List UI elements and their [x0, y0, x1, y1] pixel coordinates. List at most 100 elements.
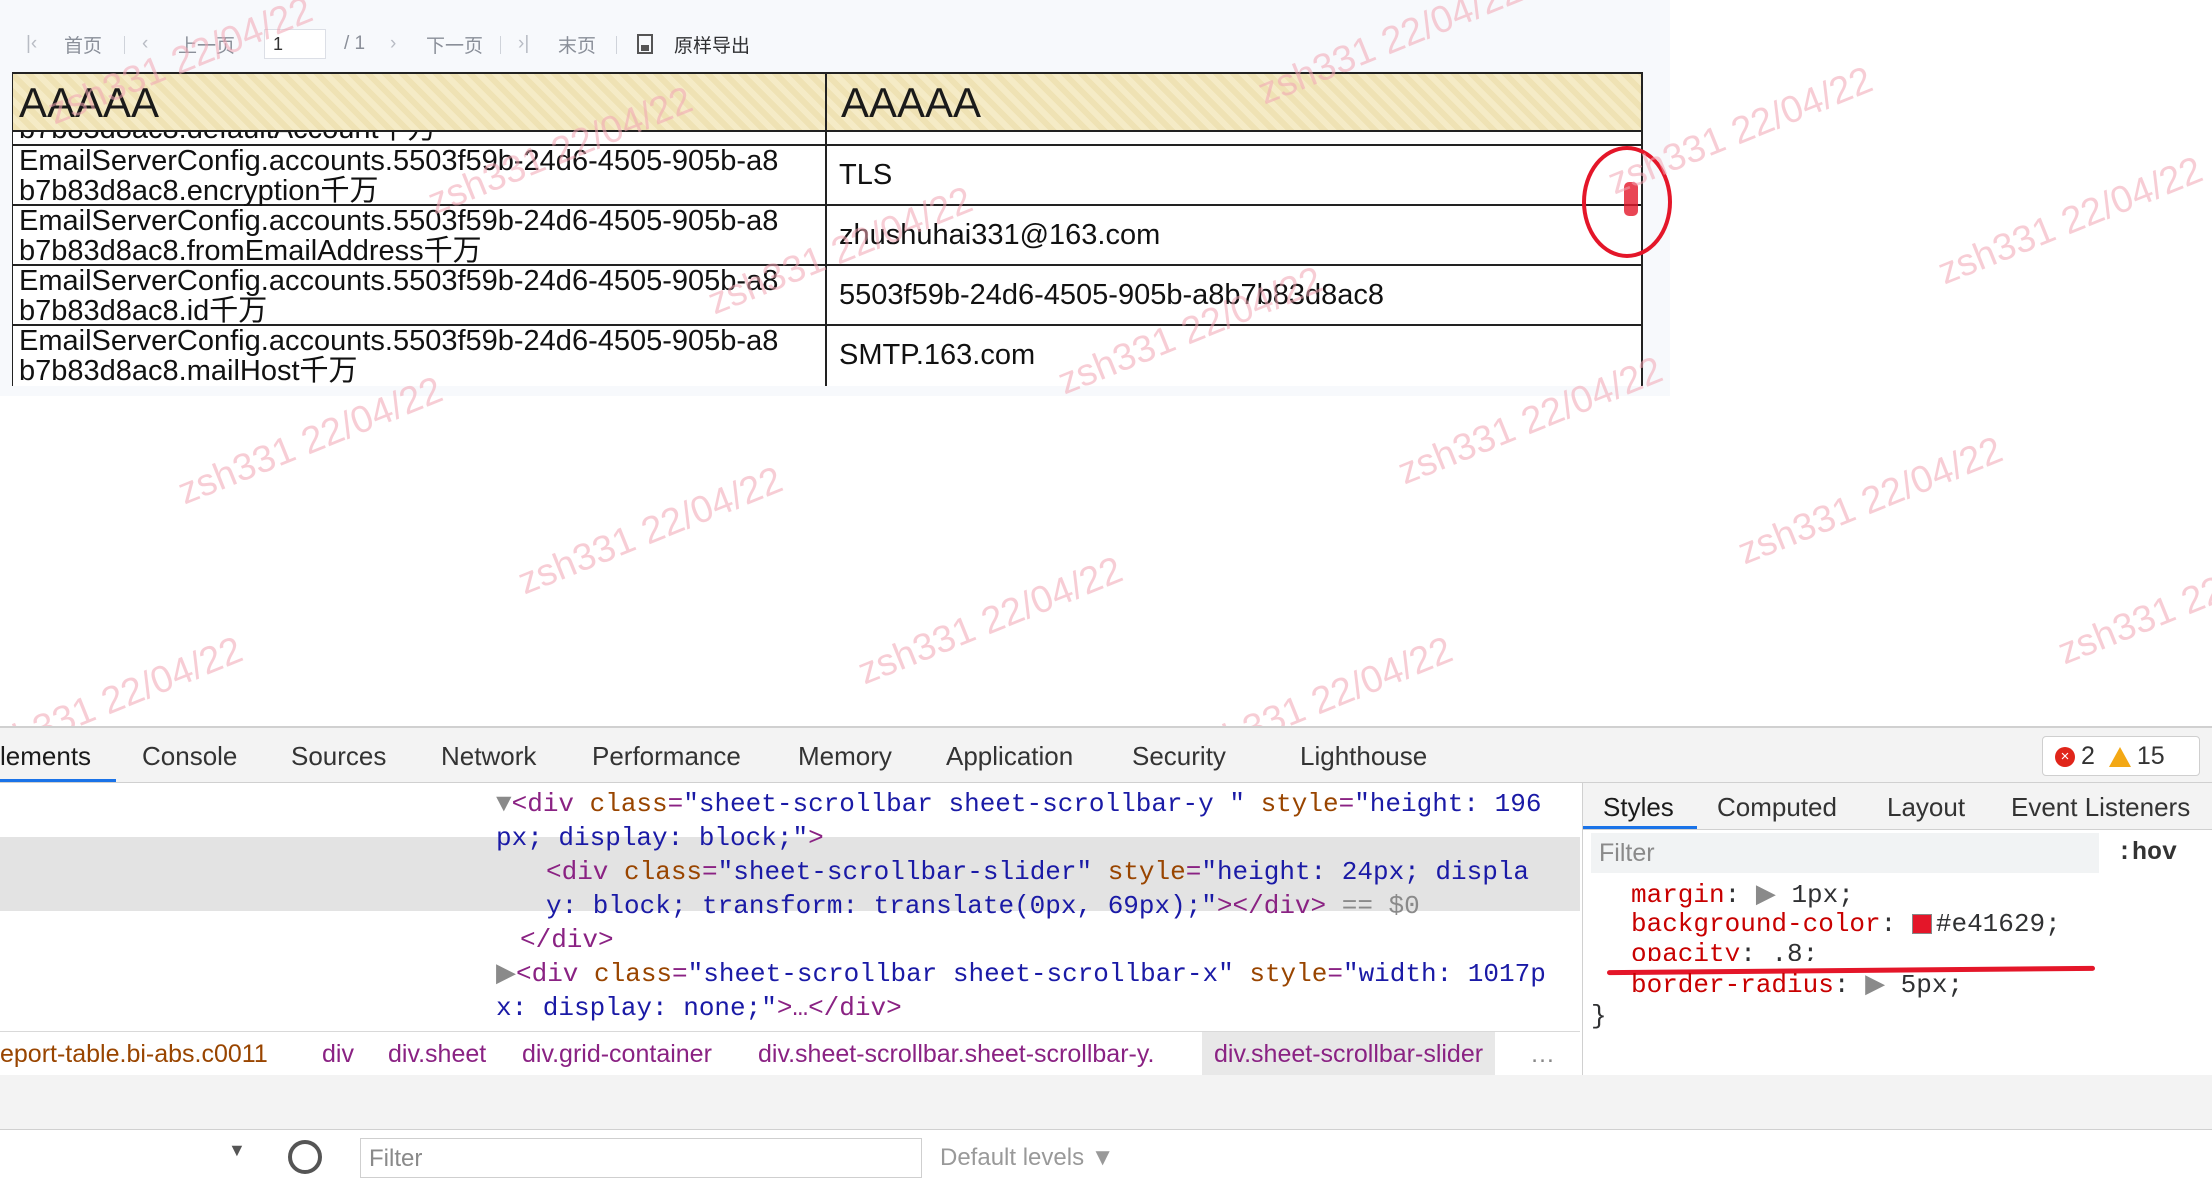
log-levels-dropdown[interactable]: Default levels ▼	[940, 1138, 1115, 1178]
tab-event-listeners[interactable]: Event Listeners	[2011, 783, 2190, 829]
css-property: background-color	[1631, 909, 1881, 939]
dom-node-scrollbar-slider[interactable]: <div class="sheet-scrollbar-slider" styl…	[546, 855, 1529, 889]
tab-elements[interactable]: lements	[0, 728, 116, 782]
expand-triangle-icon[interactable]: ▼	[496, 789, 512, 819]
tab-lighthouse[interactable]: Lighthouse	[1300, 728, 1427, 782]
table-row: EmailServerConfig.accounts.5503f59b-24d6…	[13, 206, 1641, 266]
last-page-button[interactable]: 末页	[558, 26, 596, 62]
key-cell: EmailServerConfig.accounts.5503f59b-24d6…	[19, 326, 829, 386]
error-count: 2	[2081, 742, 2095, 770]
value-cell: TLS	[839, 159, 893, 191]
code-token: style	[1260, 789, 1339, 819]
eye-icon[interactable]	[288, 1140, 322, 1174]
css-declaration[interactable]: opacity: .8;	[1631, 939, 1818, 961]
breadcrumb-item-selected[interactable]: div.sheet-scrollbar-slider	[1202, 1032, 1496, 1076]
css-property: border-radius	[1631, 970, 1834, 1000]
styles-tab-bar: Styles Computed Layout Event Listeners	[1583, 783, 2212, 830]
divider	[124, 36, 125, 54]
column-divider	[825, 72, 827, 386]
first-page-icon[interactable]: |‹	[26, 26, 37, 62]
tab-computed[interactable]: Computed	[1717, 783, 1837, 829]
tab-sources[interactable]: Sources	[291, 728, 386, 782]
code-token: "sheet-scrollbar-slider"	[717, 857, 1093, 887]
css-declaration[interactable]: background-color: #e41629;	[1631, 909, 2061, 939]
error-icon: ×	[2055, 747, 2075, 768]
first-page-button[interactable]: 首页	[64, 26, 102, 62]
tab-security[interactable]: Security	[1132, 728, 1226, 782]
next-page-button[interactable]: 下一页	[426, 26, 483, 62]
table-row: b7b83d8ac8.defaultAccount千万	[13, 132, 1641, 146]
breadcrumb-item[interactable]: div.sheet	[388, 1032, 486, 1076]
code-token: style	[1249, 959, 1328, 989]
issues-badge[interactable]: × 2 15	[2042, 736, 2200, 776]
export-original-button[interactable]: 原样导出	[674, 26, 750, 62]
header-row: AAAAA AAAAA	[13, 72, 1641, 132]
prev-page-button[interactable]: 上一页	[178, 26, 235, 62]
table-row: EmailServerConfig.accounts.5503f59b-24d6…	[13, 146, 1641, 206]
code-token: style	[1107, 857, 1186, 887]
breadcrumb-more[interactable]: …	[1530, 1032, 1555, 1076]
report-sheet: AAAAA AAAAA b7b83d8ac8.defaultAccount千万 …	[12, 72, 1643, 386]
expand-triangle-icon[interactable]: ▶	[496, 959, 516, 989]
code-token: px; display: block;"	[496, 823, 809, 853]
selected-marker: == $0	[1341, 891, 1420, 921]
key-line: EmailServerConfig.accounts.5503f59b-24d6…	[19, 206, 779, 237]
styles-filter-input[interactable]: Filter	[1591, 833, 2099, 873]
hov-toggle[interactable]: :hov	[2117, 833, 2177, 873]
dom-node-scrollbar-x[interactable]: ▶<div class="sheet-scrollbar sheet-scrol…	[496, 957, 1546, 991]
tab-styles[interactable]: Styles	[1583, 783, 1697, 829]
breadcrumb-item[interactable]: div.sheet-scrollbar.sheet-scrollbar-y.	[758, 1032, 1154, 1076]
column-header: AAAAA	[841, 79, 982, 126]
prev-page-icon[interactable]: ‹	[142, 26, 148, 62]
dom-breadcrumb: eport-table.bi-abs.c0011 div div.sheet d…	[0, 1031, 1580, 1077]
next-page-icon[interactable]: ›	[390, 26, 396, 62]
code-token: <div	[516, 959, 595, 989]
code-line-wrap: px; display: block;">	[496, 821, 824, 855]
css-property: margin	[1631, 880, 1725, 910]
divider	[500, 36, 501, 54]
closing-tag[interactable]: </div>	[520, 923, 614, 957]
css-declaration[interactable]: margin: ▶ 1px;	[1631, 879, 1854, 910]
dropdown-arrow-icon[interactable]: ▼	[228, 1140, 246, 1161]
last-page-icon[interactable]: ›|	[518, 26, 529, 62]
value-cell: SMTP.163.com	[839, 339, 1036, 371]
watermark: zsh331 22/04/22	[2052, 528, 2212, 674]
key-cell: EmailServerConfig.accounts.5503f59b-24d6…	[19, 206, 829, 266]
console-filter-input[interactable]: Filter	[360, 1138, 922, 1178]
key-cell: EmailServerConfig.accounts.5503f59b-24d6…	[19, 266, 829, 326]
expand-triangle-icon[interactable]: ▶	[1756, 880, 1776, 910]
code-token: class	[594, 959, 673, 989]
code-token: class	[589, 789, 668, 819]
code-token: ></div>	[1216, 891, 1327, 921]
export-icon[interactable]	[636, 26, 656, 62]
expand-triangle-icon[interactable]: ▶	[1865, 970, 1885, 1000]
breadcrumb-item[interactable]: eport-table.bi-abs.c0011	[0, 1032, 268, 1076]
tab-performance[interactable]: Performance	[592, 728, 741, 782]
css-declaration[interactable]: border-radius: ▶ 5px;	[1631, 969, 1963, 1000]
key-line: EmailServerConfig.accounts.5503f59b-24d6…	[19, 266, 779, 297]
pagination-toolbar: |‹ 首页 ‹ 上一页 1 / 1 › 下一页 ›| 末页 原样导出	[0, 26, 900, 62]
tab-memory[interactable]: Memory	[798, 728, 892, 782]
code-token: "height: 24px; displa	[1201, 857, 1529, 887]
watermark: zsh331 22/04/22	[1732, 428, 2009, 574]
tab-layout[interactable]: Layout	[1887, 783, 1965, 829]
value-cell: 5503f59b-24d6-4505-905b-a8b7b83d8ac8	[839, 279, 1385, 311]
tab-console[interactable]: Console	[142, 728, 237, 782]
column-header: AAAAA	[19, 79, 160, 126]
color-swatch-icon[interactable]	[1911, 914, 1932, 935]
key-line: b7b83d8ac8.fromEmailAddress千万	[19, 235, 482, 266]
breadcrumb-item[interactable]: div.grid-container	[522, 1032, 712, 1076]
tab-application[interactable]: Application	[946, 728, 1073, 782]
report-viewer: |‹ 首页 ‹ 上一页 1 / 1 › 下一页 ›| 末页 原样导出 AAAAA…	[0, 0, 1672, 396]
highlight-circle	[1582, 146, 1672, 258]
page-number-input[interactable]: 1	[264, 29, 326, 59]
dom-node-scrollbar-y[interactable]: ▼<div class="sheet-scrollbar sheet-scrol…	[496, 787, 1541, 821]
page-total: / 1	[344, 33, 366, 54]
warning-icon	[2108, 747, 2131, 768]
code-token: y: block; transform: translate(0px, 69px…	[546, 891, 1217, 921]
tab-network[interactable]: Network	[441, 728, 536, 782]
code-token: >	[808, 823, 824, 853]
key-line: b7b83d8ac8.mailHost千万	[19, 355, 358, 386]
watermark: zsh331 22/04/22	[852, 548, 1129, 694]
breadcrumb-item[interactable]: div	[322, 1032, 354, 1076]
